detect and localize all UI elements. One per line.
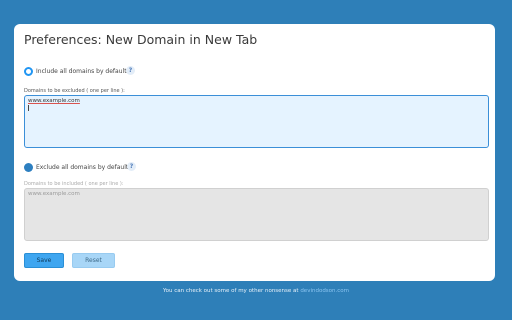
exclude-option-label: Exclude all domains by default bbox=[36, 163, 129, 171]
footer-text: You can check out some of my other nonse… bbox=[162, 288, 301, 294]
excluded-domains-label: Domains to be excluded ( one per line ): bbox=[24, 88, 125, 94]
footer: You can check out some of my other nonse… bbox=[0, 288, 512, 294]
page-title: Preferences: New Domain in New Tab bbox=[24, 32, 258, 47]
included-domains-label: Domains to be included ( one per line ): bbox=[24, 181, 124, 187]
text-caret bbox=[28, 105, 29, 111]
include-help-icon[interactable]: ? bbox=[126, 66, 135, 75]
reset-button[interactable]: Reset bbox=[72, 253, 115, 268]
exclude-all-option[interactable]: Exclude all domains by default bbox=[24, 161, 128, 173]
include-radio[interactable] bbox=[24, 66, 33, 76]
include-all-option[interactable]: Include all domains by default bbox=[24, 65, 127, 77]
excluded-domains-textarea[interactable]: www.example.com bbox=[24, 95, 489, 148]
footer-link[interactable]: devindodson.com bbox=[300, 288, 349, 294]
included-domains-textarea[interactable]: www.example.com bbox=[24, 188, 489, 241]
include-option-label: Include all domains by default bbox=[36, 67, 127, 75]
save-button[interactable]: Save bbox=[24, 253, 64, 268]
excluded-domains-value: www.example.com bbox=[28, 98, 80, 104]
included-domains-placeholder: www.example.com bbox=[28, 191, 80, 197]
exclude-help-icon[interactable]: ? bbox=[127, 162, 136, 171]
preferences-card: Preferences: New Domain in New Tab Inclu… bbox=[14, 24, 495, 281]
exclude-radio[interactable] bbox=[24, 162, 33, 172]
